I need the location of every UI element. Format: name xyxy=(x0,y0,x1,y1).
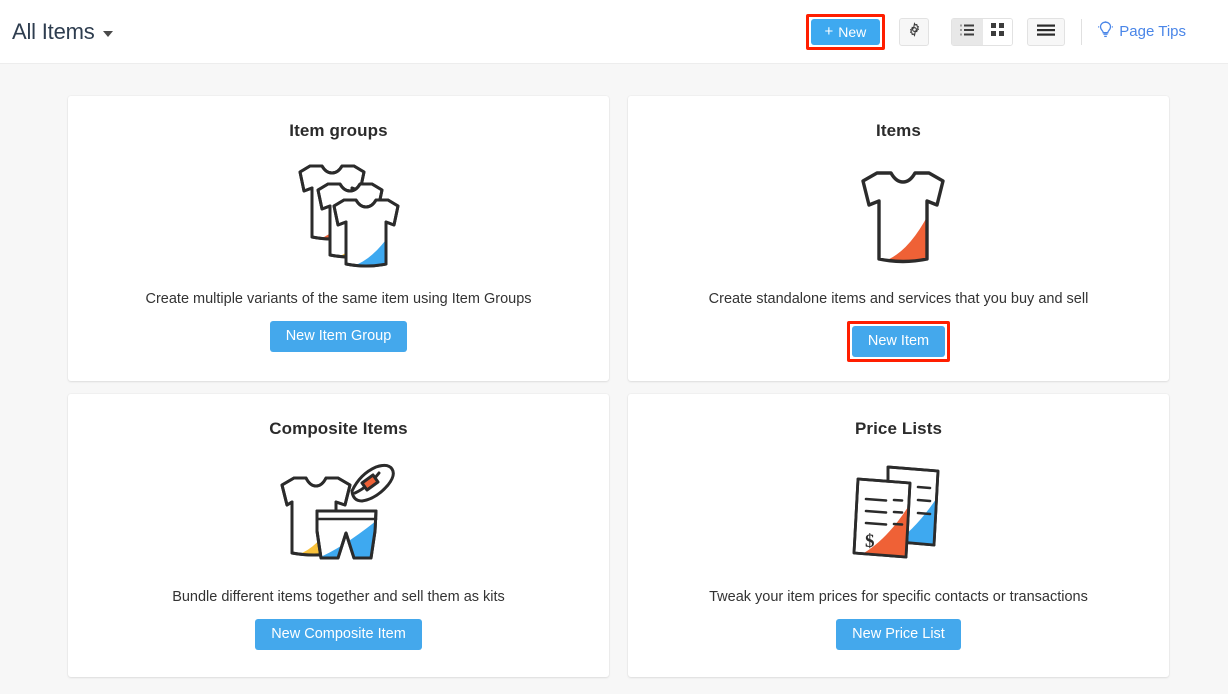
new-item-group-button[interactable]: New Item Group xyxy=(269,321,408,352)
card-price-lists[interactable]: Price Lists $ Tweak your item prices for… xyxy=(628,394,1169,677)
new-button[interactable]: + New xyxy=(810,18,881,45)
page-tips-label: Page Tips xyxy=(1119,23,1186,40)
card-title: Items xyxy=(876,121,921,140)
header-right-group: + New Page Tips xyxy=(805,13,1217,50)
hamburger-menu-icon xyxy=(1037,23,1056,41)
tshirt-shorts-cap-icon xyxy=(276,455,402,575)
page-header: All Items + New Page Tips xyxy=(0,0,1228,64)
card-description: Bundle different items together and sell… xyxy=(172,589,505,605)
chevron-down-icon[interactable] xyxy=(102,31,113,37)
card-description: Create standalone items and services tha… xyxy=(708,291,1089,307)
new-composite-item-button[interactable]: New Composite Item xyxy=(255,619,422,650)
svg-text:$: $ xyxy=(865,531,875,552)
page-tips-button[interactable]: Page Tips xyxy=(1098,20,1186,43)
page-title: All Items xyxy=(12,18,95,44)
card-item-groups[interactable]: Item groups Create multiple variants of … xyxy=(68,96,609,381)
three-tshirts-icon xyxy=(274,157,404,277)
plus-icon: + xyxy=(824,23,834,40)
view-toggle-group xyxy=(951,17,1014,46)
new-item-button-highlight: New Item xyxy=(846,321,951,362)
price-documents-icon: $ xyxy=(844,455,954,575)
cards-grid: Item groups Create multiple variants of … xyxy=(68,96,1169,677)
gear-icon xyxy=(907,21,922,42)
new-price-list-button[interactable]: New Price List xyxy=(836,619,961,650)
card-title: Composite Items xyxy=(269,419,408,438)
new-button-highlight: + New xyxy=(805,13,886,50)
main-content: Item groups Create multiple variants of … xyxy=(0,64,1228,694)
header-left-group: All Items xyxy=(12,18,113,44)
card-title: Item groups xyxy=(289,121,388,140)
card-description: Tweak your item prices for specific cont… xyxy=(709,589,1088,605)
list-view-button[interactable] xyxy=(952,18,983,45)
list-view-icon xyxy=(960,23,975,41)
settings-button[interactable] xyxy=(899,17,930,46)
card-description: Create multiple variants of the same ite… xyxy=(145,291,532,307)
card-title: Price Lists xyxy=(854,419,943,438)
grid-view-icon xyxy=(991,22,1005,41)
new-item-button[interactable]: New Item xyxy=(851,326,946,357)
card-composite-items[interactable]: Composite Items Bundle different items t… xyxy=(68,394,609,677)
toolbar-divider xyxy=(1081,18,1083,45)
lightbulb-icon xyxy=(1098,20,1114,43)
new-button-label: New xyxy=(838,23,867,40)
card-items[interactable]: Items Create standalone items and servic… xyxy=(628,96,1169,381)
tshirt-icon xyxy=(847,157,951,277)
grid-view-button[interactable] xyxy=(982,18,1013,45)
more-menu-button[interactable] xyxy=(1027,17,1066,46)
